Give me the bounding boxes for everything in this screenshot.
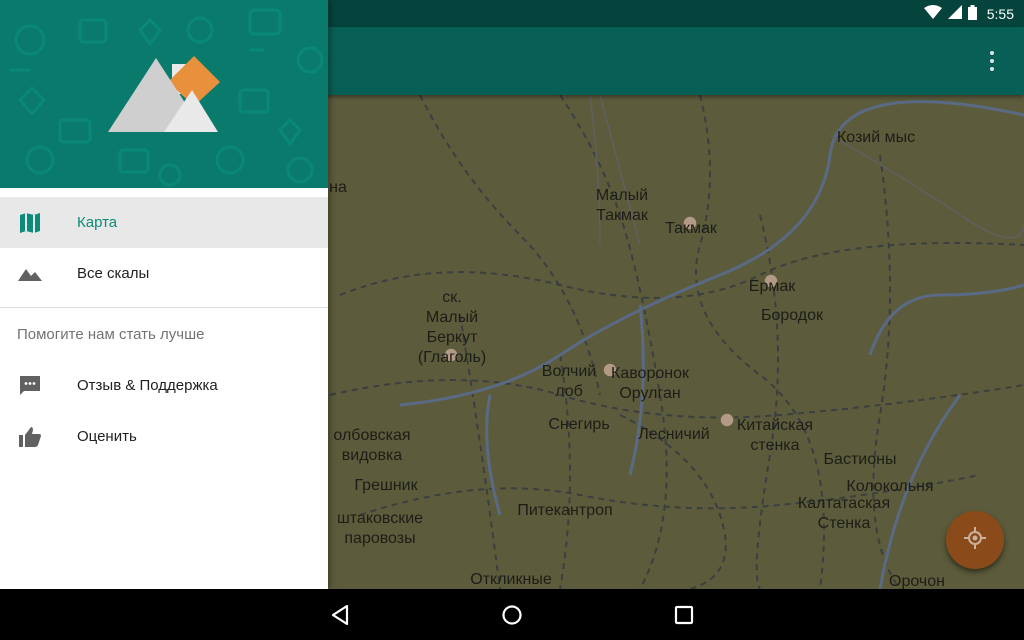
map-label[interactable]: Питекантроп (517, 501, 612, 521)
nav-item-feedback[interactable]: Отзыв & Поддержка (0, 360, 328, 411)
nav-item-label: Отзыв & Поддержка (77, 377, 218, 394)
map-label[interactable]: Откликные (470, 570, 551, 589)
map-icon (18, 211, 42, 235)
nav-item-all-crags[interactable]: Все скалы (0, 248, 328, 299)
nav-item-label: Оценить (77, 428, 137, 445)
wifi-icon (923, 5, 942, 22)
map-label[interactable]: Лесничий (638, 425, 709, 445)
navigation-drawer: Карта Все скалы Помогите нам стать лучше… (0, 0, 328, 589)
map-label[interactable]: Бородок (761, 306, 823, 326)
system-nav-bar (0, 589, 1024, 640)
map-label[interactable]: на (329, 178, 347, 198)
map-label[interactable]: Снегирь (548, 415, 609, 435)
map-label[interactable]: Бастионы (824, 450, 897, 470)
map-label[interactable]: Орочон (889, 572, 945, 589)
map-label[interactable]: Китайская стенка (737, 416, 813, 456)
nav-item-map[interactable]: Карта (0, 197, 328, 248)
map-label[interactable]: Калтатаская Стенка (798, 494, 890, 534)
thumb-up-icon (18, 425, 42, 449)
map-label[interactable]: Волчий лоб (542, 362, 596, 402)
drawer-header (0, 0, 328, 188)
map-label[interactable]: штаковские паровозы (337, 509, 423, 549)
status-time: 5:55 (986, 5, 1014, 22)
nav-item-label: Все скалы (77, 265, 150, 282)
battery-icon (967, 4, 977, 23)
map-label[interactable]: ск. Малый Беркут (Глаголь) (418, 288, 486, 368)
drawer-divider (0, 307, 328, 308)
map-label[interactable]: Козий мыс (837, 128, 915, 148)
nav-item-rate[interactable]: Оценить (0, 411, 328, 462)
map-label[interactable]: Такмак (665, 219, 717, 239)
terrain-icon (18, 262, 42, 286)
signal-icon (947, 5, 962, 22)
map-label[interactable]: олбовская видовка (333, 426, 410, 466)
feedback-icon (18, 374, 42, 398)
section-header: Помогите нам стать лучше (17, 326, 205, 343)
map-label[interactable]: Малый Такмак (596, 186, 648, 226)
my-location-button[interactable] (946, 511, 1004, 569)
nav-item-label: Карта (77, 214, 118, 231)
app-logo (108, 56, 220, 132)
my-location-icon (964, 526, 986, 554)
home-icon[interactable] (498, 601, 526, 629)
map-label[interactable]: Ермак (749, 277, 795, 297)
recents-icon[interactable] (670, 601, 698, 629)
map-label[interactable]: Грешник (354, 476, 417, 496)
back-icon[interactable] (326, 601, 354, 629)
more-vert-icon[interactable] (980, 47, 1004, 75)
status-icons: 5:55 (923, 0, 1014, 27)
map-label[interactable]: Каворонок Орулган (611, 364, 689, 404)
